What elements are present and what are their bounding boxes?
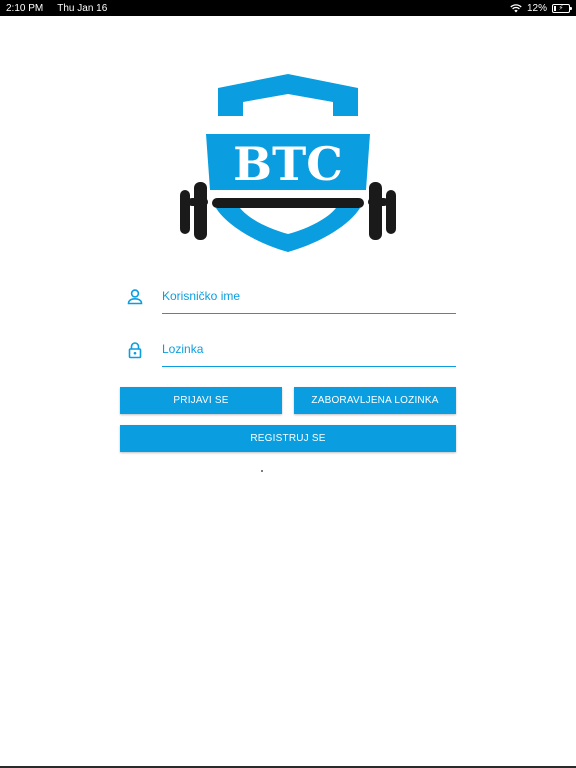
username-field xyxy=(120,274,456,314)
status-date: Thu Jan 16 xyxy=(57,2,108,14)
battery-icon: ⚡ xyxy=(552,3,572,13)
status-left: 2:10 PM Thu Jan 16 xyxy=(6,3,107,14)
status-right: 12% ⚡ xyxy=(510,2,572,14)
wifi-icon xyxy=(510,3,522,12)
username-input[interactable] xyxy=(162,278,456,314)
password-input[interactable] xyxy=(162,331,456,367)
loading-indicator-dot xyxy=(261,470,263,472)
register-button[interactable]: REGISTRUJ SE xyxy=(120,425,456,452)
status-time: 2:10 PM xyxy=(6,2,44,14)
status-bar: 2:10 PM Thu Jan 16 12% ⚡ xyxy=(0,0,576,16)
password-field xyxy=(120,327,456,367)
btc-logo: BTC xyxy=(180,74,396,252)
user-icon xyxy=(127,289,143,305)
battery-level xyxy=(554,5,556,11)
logo-text: BTC xyxy=(233,137,343,191)
charging-bolt-icon: ⚡ xyxy=(558,4,564,12)
battery-percent: 12% xyxy=(526,2,547,14)
forgot-password-button[interactable]: ZABORAVLJENA LOZINKA xyxy=(294,387,456,414)
lock-icon xyxy=(128,342,142,359)
login-button[interactable]: PRIJAVI SE xyxy=(120,387,282,414)
